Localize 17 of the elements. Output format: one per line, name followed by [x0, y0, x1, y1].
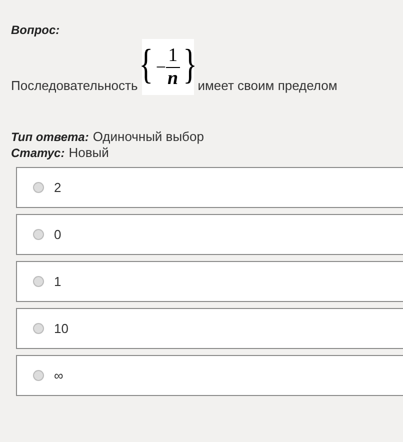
status-value: Новый — [68, 145, 109, 161]
radio-button[interactable] — [33, 370, 44, 381]
radio-button[interactable] — [33, 276, 44, 287]
answer-option[interactable]: 10 — [16, 308, 403, 349]
answer-option[interactable]: 2 — [16, 167, 403, 208]
answer-option[interactable]: 1 — [16, 261, 403, 302]
status-label: Статус: — [11, 145, 65, 161]
radio-button[interactable] — [33, 229, 44, 240]
answer-option[interactable]: ∞ — [16, 355, 403, 396]
radio-button[interactable] — [33, 182, 44, 193]
answer-option[interactable]: 0 — [16, 214, 403, 255]
answer-type-value: Одиночный выбор — [92, 129, 204, 145]
radio-button[interactable] — [33, 323, 44, 334]
answer-type-label: Тип ответа: — [11, 129, 89, 145]
question-label: Вопрос: — [11, 23, 60, 37]
question-text: Последовательность — [11, 78, 138, 95]
question-text: имеет своим пределом — [198, 78, 338, 95]
